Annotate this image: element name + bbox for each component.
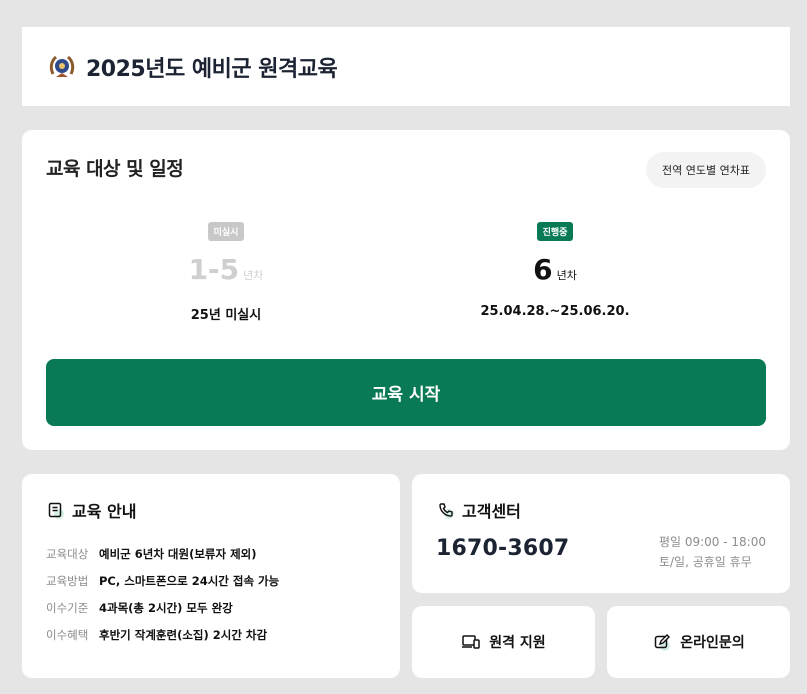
yearly-table-button[interactable]: 전역 연도별 연차표 (646, 152, 766, 188)
devices-icon (461, 632, 481, 652)
guide-title: 교육 안내 (46, 498, 136, 522)
status-badge: 미실시 (207, 222, 245, 241)
round-value: 1-5 년차 (76, 253, 376, 286)
guide-key: 교육방법 (46, 573, 89, 588)
remote-support-button[interactable]: 원격 지원 (412, 606, 595, 678)
army-emblem-icon (46, 51, 78, 83)
schedule-period: 25년 미실시 (190, 308, 262, 323)
start-education-button[interactable]: 교육 시작 (46, 359, 766, 426)
online-inquiry-button[interactable]: 온라인문의 (607, 606, 790, 678)
round-value: 6 년차 (405, 253, 705, 286)
guide-value: 예비군 6년차 대원(보류자 제외) (99, 546, 257, 561)
phone-icon (436, 500, 456, 520)
list-item: 교육대상 예비군 6년차 대원(보류자 제외) (46, 540, 279, 567)
business-hours: 평일 09:00 - 18:00 토/일, 공휴일 휴무 (659, 532, 766, 572)
list-item: 이수기준 4과목(총 2시간) 모두 완강 (46, 594, 279, 621)
online-inquiry-label: 온라인문의 (680, 635, 745, 651)
guide-value: PC, 스마트폰으로 24시간 접속 가능 (99, 573, 280, 588)
round-number: 1-5 (188, 253, 240, 286)
status-badge: 진행중 (536, 222, 574, 241)
edit-icon (652, 632, 672, 652)
schedule-column-past: 미실시 1-5 년차 25년 미실시 (76, 220, 376, 323)
round-number: 6 (533, 253, 553, 286)
customer-center-title: 고객센터 (436, 498, 521, 522)
schedule-period: 25.04.28.~25.06.20. (480, 304, 630, 319)
guide-value: 후반기 작계훈련(소집) 2시간 차감 (99, 627, 268, 642)
remote-support-label: 원격 지원 (489, 635, 546, 651)
schedule-title: 교육 대상 및 일정 (46, 158, 184, 180)
document-icon (46, 500, 66, 520)
guide-list: 교육대상 예비군 6년차 대원(보류자 제외) 교육방법 PC, 스마트폰으로 … (46, 540, 279, 648)
customer-center-card: 고객센터 1670-3607 평일 09:00 - 18:00 토/일, 공휴일… (412, 474, 790, 593)
list-item: 이수혜택 후반기 작계훈련(소집) 2시간 차감 (46, 621, 279, 648)
page-title: 2025년도 예비군 원격교육 (86, 56, 338, 82)
page-header: 2025년도 예비군 원격교육 (22, 27, 790, 106)
guide-key: 이수기준 (46, 600, 89, 615)
list-item: 교육방법 PC, 스마트폰으로 24시간 접속 가능 (46, 567, 279, 594)
schedule-card: 교육 대상 및 일정 전역 연도별 연차표 미실시 1-5 년차 25년 미실시… (22, 130, 790, 450)
hours-weekend: 토/일, 공휴일 휴무 (658, 555, 752, 569)
guide-value: 4과목(총 2시간) 모두 완강 (99, 600, 233, 615)
guide-key: 이수혜택 (46, 627, 89, 642)
guide-key: 교육대상 (46, 546, 89, 561)
round-unit: 년차 (556, 269, 577, 282)
round-unit: 년차 (243, 269, 264, 282)
customer-center-title-text: 고객센터 (462, 502, 521, 521)
guide-title-text: 교육 안내 (72, 502, 137, 521)
phone-number[interactable]: 1670-3607 (436, 536, 569, 561)
schedule-column-current: 진행중 6 년차 25.04.28.~25.06.20. (405, 220, 705, 319)
education-guide-card: 교육 안내 교육대상 예비군 6년차 대원(보류자 제외) 교육방법 PC, 스… (22, 474, 400, 678)
hours-weekday: 평일 09:00 - 18:00 (658, 535, 766, 549)
